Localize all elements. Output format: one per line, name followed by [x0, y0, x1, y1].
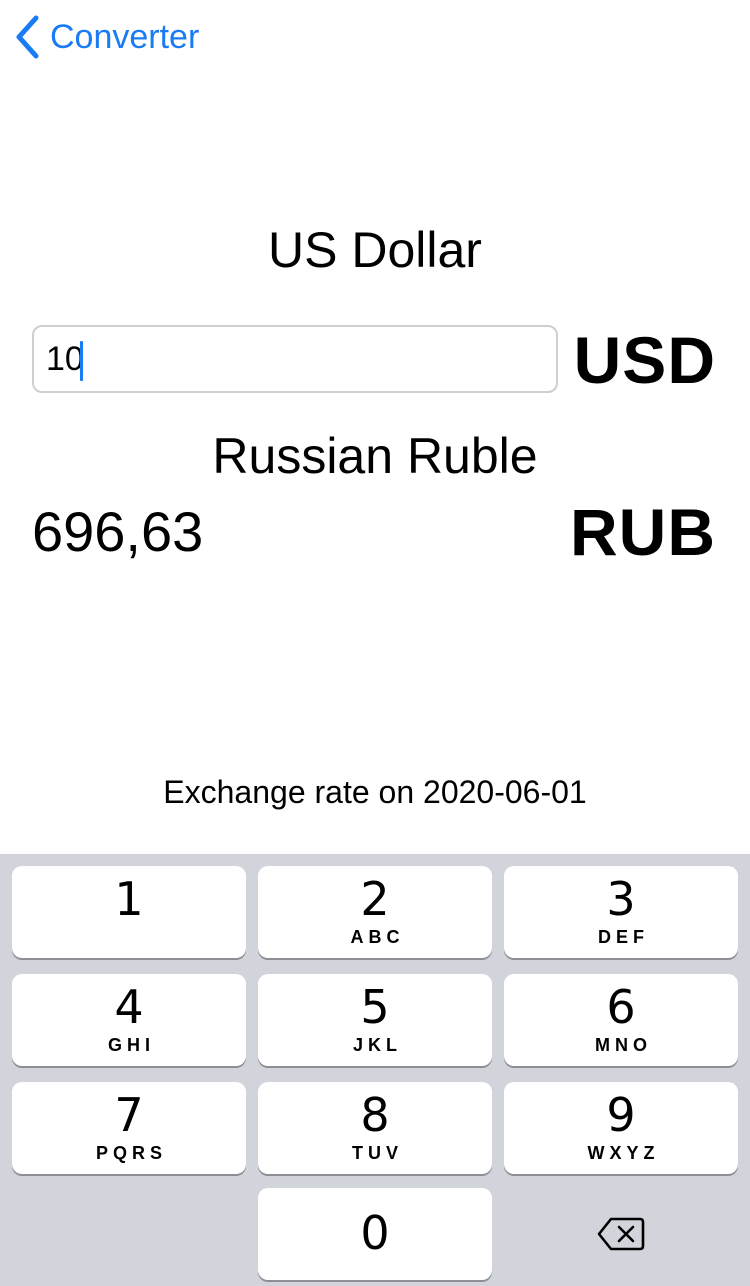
- key-digit: 2: [360, 872, 390, 926]
- delete-button[interactable]: [504, 1188, 738, 1280]
- key-2[interactable]: 2 ABC: [258, 866, 492, 958]
- key-6[interactable]: 6 MNO: [504, 974, 738, 1066]
- key-letters: WXYZ: [587, 1143, 660, 1163]
- key-digit: 8: [360, 1088, 390, 1142]
- key-digit: 4: [114, 980, 144, 1034]
- key-1[interactable]: 1: [12, 866, 246, 958]
- from-currency-code: USD: [573, 323, 716, 397]
- key-letters: TUV: [352, 1143, 403, 1163]
- key-0[interactable]: 0: [258, 1188, 492, 1280]
- from-currency-name: US Dollar: [268, 222, 482, 278]
- back-button[interactable]: Converter: [14, 12, 199, 62]
- key-letters: PQRS: [95, 1143, 167, 1163]
- back-button-label: Converter: [50, 18, 200, 56]
- to-currency-code: RUB: [570, 495, 716, 569]
- key-digit: 1: [114, 872, 144, 926]
- key-3[interactable]: 3 DEF: [504, 866, 738, 958]
- key-digit: 5: [360, 980, 390, 1034]
- key-letters: GHI: [107, 1035, 155, 1055]
- key-letters: ABC: [350, 927, 405, 947]
- to-currency-name: Russian Ruble: [212, 428, 538, 484]
- key-digit: 3: [606, 872, 636, 926]
- key-9[interactable]: 9 WXYZ: [504, 1082, 738, 1174]
- key-7[interactable]: 7 PQRS: [12, 1082, 246, 1174]
- key-digit: 7: [114, 1088, 144, 1142]
- numeric-keypad: 1 2 ABC 3 DEF 4 GHI 5 JKL 6 MNO 7 PQRS 8…: [0, 854, 750, 1286]
- key-letters: MNO: [595, 1035, 652, 1055]
- backspace-icon: [597, 1217, 645, 1251]
- text-cursor: [80, 341, 83, 381]
- key-4[interactable]: 4 GHI: [12, 974, 246, 1066]
- converted-amount: 696,63: [32, 500, 204, 563]
- key-5[interactable]: 5 JKL: [258, 974, 492, 1066]
- key-digit: 6: [606, 980, 636, 1034]
- key-letters: DEF: [598, 927, 649, 947]
- key-8[interactable]: 8 TUV: [258, 1082, 492, 1174]
- key-digit: 9: [606, 1088, 636, 1142]
- chevron-left-icon: [16, 15, 39, 59]
- exchange-rate-date: Exchange rate on 2020-06-01: [163, 774, 587, 810]
- key-letters: JKL: [352, 1035, 402, 1055]
- key-digit: 0: [360, 1206, 390, 1260]
- amount-input[interactable]: [46, 327, 556, 391]
- amount-field[interactable]: [32, 325, 558, 393]
